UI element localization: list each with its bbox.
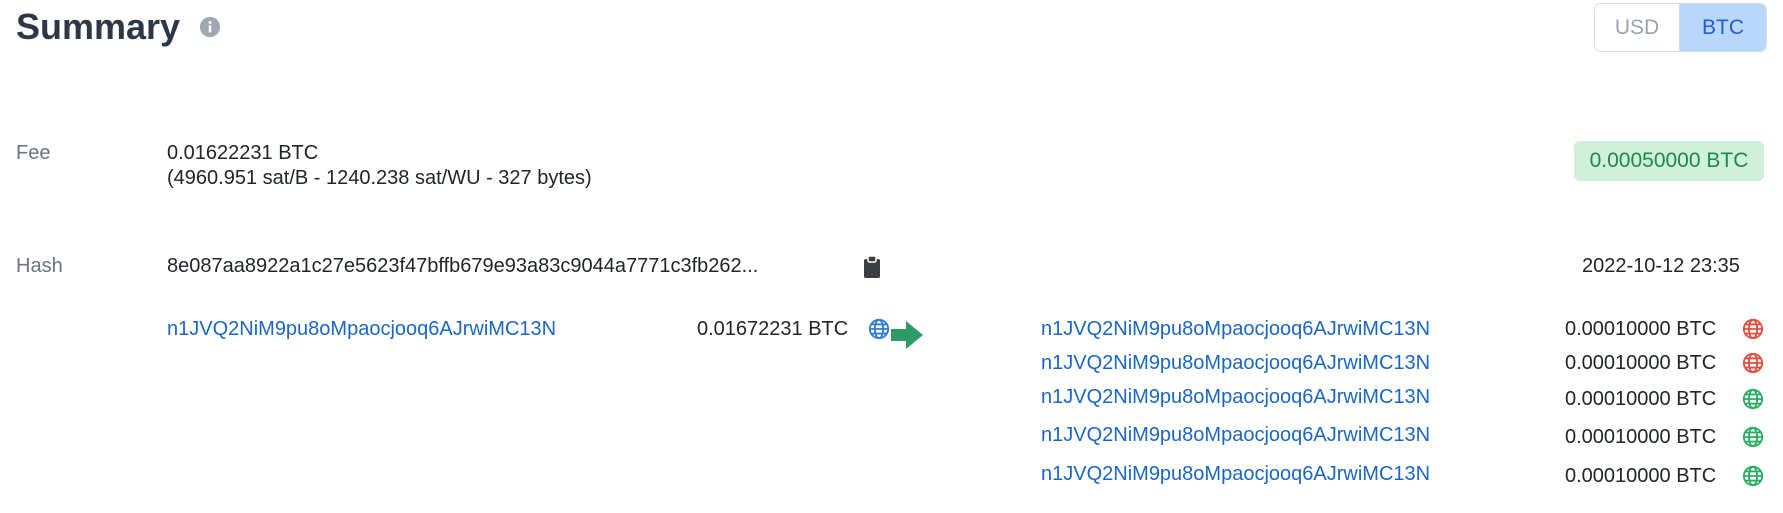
input-amount: 0.01672231 BTC [697,318,849,340]
globe-icon[interactable] [1742,388,1764,410]
globe-icon[interactable] [1742,352,1764,374]
usd-button[interactable]: USD [1595,4,1680,51]
globe-icon[interactable] [1742,318,1764,340]
output-address[interactable]: n1JVQ2NiM9pu8oMpaocjooq6AJrwiMC13N [1041,385,1430,410]
globe-icon[interactable] [1742,426,1764,448]
output-amount: 0.00010000 BTC [1565,465,1717,487]
output-address[interactable]: n1JVQ2NiM9pu8oMpaocjooq6AJrwiMC13N [1041,462,1430,487]
hash-label: Hash [16,255,63,277]
currency-toggle: USD BTC [1594,3,1767,52]
transfer-arrow-icon [891,321,923,349]
fee-label: Fee [16,142,51,164]
fee-amount: 0.01622231 BTC [167,142,319,164]
globe-icon[interactable] [1742,465,1764,487]
tx-hash: 8e087aa8922a1c27e5623f47bffb679e93a83c90… [167,255,759,277]
timestamp: 2022-10-12 23:35 [1582,255,1740,277]
page-title: Summary [16,6,181,47]
output-address[interactable]: n1JVQ2NiM9pu8oMpaocjooq6AJrwiMC13N [1041,423,1430,448]
output-amount: 0.00010000 BTC [1565,318,1717,340]
output-address[interactable]: n1JVQ2NiM9pu8oMpaocjooq6AJrwiMC13N [1041,317,1430,342]
input-address[interactable]: n1JVQ2NiM9pu8oMpaocjooq6AJrwiMC13N [167,317,556,342]
output-amount: 0.00010000 BTC [1565,352,1717,374]
output-amount: 0.00010000 BTC [1565,388,1717,410]
globe-icon[interactable] [868,318,890,340]
output-address[interactable]: n1JVQ2NiM9pu8oMpaocjooq6AJrwiMC13N [1041,351,1430,376]
fee-details: (4960.951 sat/B - 1240.238 sat/WU - 327 … [167,167,592,189]
clipboard-icon[interactable] [862,255,882,279]
output-amount: 0.00010000 BTC [1565,426,1717,448]
fee-badge: 0.00050000 BTC [1574,141,1764,181]
btc-button[interactable]: BTC [1680,4,1766,51]
info-icon[interactable] [199,16,221,38]
